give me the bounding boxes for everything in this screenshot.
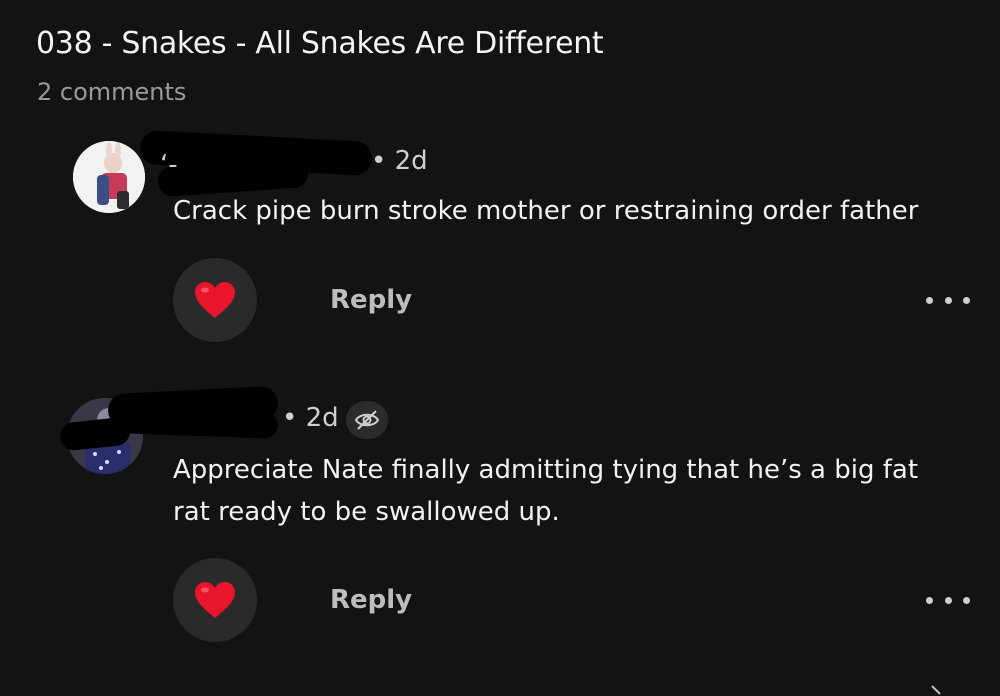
more-icon xyxy=(926,596,933,604)
like-button[interactable] xyxy=(173,558,257,642)
more-options-button[interactable] xyxy=(926,290,970,310)
comment-text: Appreciate Nate finally admitting tying … xyxy=(173,455,919,527)
more-icon-dot xyxy=(963,296,970,304)
comment-age: 2d xyxy=(305,403,339,433)
episode-title: 038 - Snakes - All Snakes Are Different xyxy=(36,26,604,61)
comment-text: Crack pipe burn stroke mother or restrai… xyxy=(173,196,919,226)
heart-icon xyxy=(195,582,235,618)
comment-meta: • 2d xyxy=(282,403,339,433)
more-icon xyxy=(926,296,933,304)
commenter-avatar[interactable] xyxy=(73,141,145,213)
reply-button[interactable]: Reply xyxy=(330,585,412,615)
redacted-username-mark xyxy=(117,407,279,439)
reply-button[interactable]: Reply xyxy=(330,285,412,315)
more-icon-dot xyxy=(944,596,952,604)
more-icon-dot xyxy=(963,596,970,604)
more-icon-dot xyxy=(944,296,952,304)
comment-username[interactable]: ‘- xyxy=(160,150,178,180)
more-options-button[interactable] xyxy=(926,590,970,610)
heart-icon xyxy=(195,282,235,318)
eye-off-icon[interactable] xyxy=(346,401,388,439)
comment-count: 2 comments xyxy=(37,78,187,106)
like-button[interactable] xyxy=(173,258,257,342)
avatar-image xyxy=(73,141,145,213)
comments-page: 038 - Snakes - All Snakes Are Different … xyxy=(0,0,1000,696)
chevron-icon xyxy=(931,685,941,695)
comment-meta: • 2d xyxy=(371,146,428,176)
eye-off-glyph xyxy=(354,410,380,430)
meta-separator: • xyxy=(282,403,298,433)
comment-age: 2d xyxy=(394,146,428,176)
meta-separator: • xyxy=(371,146,387,176)
